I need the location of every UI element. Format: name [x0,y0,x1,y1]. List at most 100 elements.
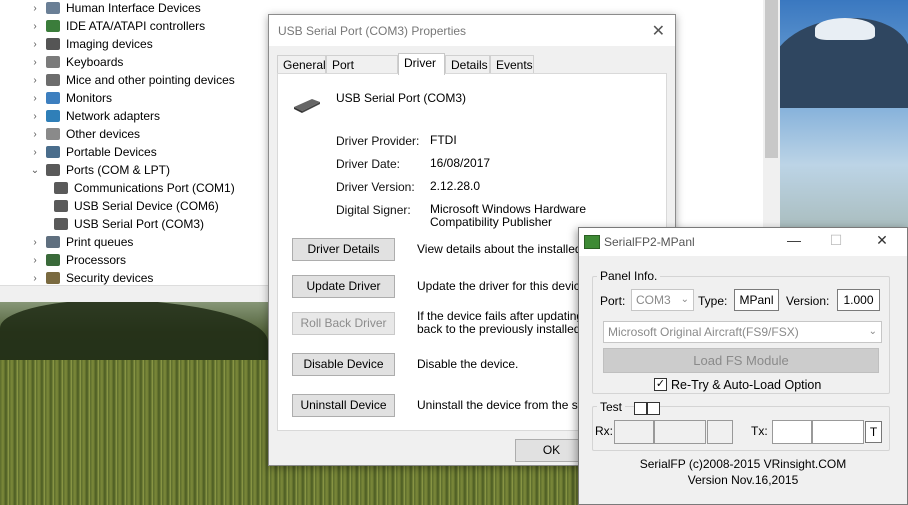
tx-label: Tx: [751,424,768,438]
minimize-icon[interactable]: — [784,232,804,248]
maximize-icon: ☐ [829,232,843,248]
info-label: Digital Signer: [336,203,411,217]
close-icon[interactable]: ✕ [872,232,892,249]
tree-item[interactable]: › Security devices [28,269,153,285]
chevron-right-icon[interactable]: › [28,71,42,89]
tab-events[interactable]: Events [490,55,534,74]
chevron-right-icon[interactable]: › [28,53,42,71]
tree-item[interactable]: › Print queues [28,233,133,251]
test-indicator-2 [647,402,660,415]
chevron-right-icon[interactable]: › [28,251,42,269]
version-field[interactable]: 1.000 [837,289,880,311]
chevron-right-icon[interactable]: › [28,143,42,161]
port-label: Port: [600,294,626,308]
update-driver-button[interactable]: Update Driver [292,275,395,298]
retry-label: Re-Try & Auto-Load Option [671,378,822,392]
tree-item-label: Print queues [66,235,134,249]
tree-item-label: Monitors [66,91,113,105]
tree-item-label: Imaging devices [66,37,153,51]
info-value: Microsoft Windows Hardware Compatibility… [430,202,587,229]
port-icon [54,218,68,230]
tree-item-label: Other devices [66,127,141,141]
port-value: COM3 [636,293,671,307]
tab-general[interactable]: General [277,55,326,74]
roll-back-driver-button[interactable]: Roll Back Driver [292,312,395,335]
tree-item-label: USB Serial Device (COM6) [74,199,219,213]
tree-item[interactable]: › Processors [28,251,126,269]
tree-item-label: Human Interface Devices [66,1,201,15]
serialfp-titlebar: SerialFP2-MPanl — ☐ ✕ [579,228,907,256]
transmit-button[interactable]: T [865,421,882,443]
tree-item-label: Ports (COM & LPT) [66,163,171,177]
tree-item[interactable]: › Portable Devices [28,143,156,161]
tab-port-settings[interactable]: Port Settings [326,55,398,90]
info-label: Driver Provider: [336,134,420,148]
serialfp-title: SerialFP2-MPanl [604,235,695,249]
chevron-right-icon[interactable]: › [28,107,42,125]
tree-item[interactable]: › Other devices [28,125,140,143]
simulator-select[interactable]: Microsoft Original Aircraft(FS9/FSX) ⌄ [603,321,882,343]
version-label: Version: [786,294,830,308]
portable-device-icon [46,146,60,158]
button-description: View details about the installed driv [417,243,597,256]
chevron-down-icon: ⌄ [680,294,689,305]
button-description: Update the driver for this device. [417,280,590,293]
tree-item-label: Keyboards [66,55,124,69]
tree-item[interactable]: Communications Port (COM1) [50,179,235,197]
chevron-down-icon: ⌄ [868,326,877,337]
chevron-right-icon[interactable]: › [28,89,42,107]
retry-checkbox[interactable]: ✓ [654,378,667,391]
scrollbar-thumb[interactable] [765,0,778,158]
chevron-right-icon[interactable]: › [28,125,42,143]
tree-item[interactable]: › Network adapters [28,107,160,125]
tree-item-label: Processors [66,253,127,267]
driver-details-button[interactable]: Driver Details [292,238,395,261]
type-field[interactable]: MPanl [734,289,779,311]
info-label: Driver Version: [336,180,415,194]
serialfp-window: SerialFP2-MPanl — ☐ ✕ Panel Info. Port: … [578,227,908,505]
tab-details[interactable]: Details [445,55,490,74]
tree-item[interactable]: USB Serial Device (COM6) [50,197,219,215]
tree-item[interactable]: › Human Interface Devices [28,0,201,17]
chevron-right-icon[interactable]: › [28,233,42,251]
tree-item[interactable]: USB Serial Port (COM3) [50,215,204,233]
device-name: USB Serial Port (COM3) [336,91,467,105]
tree-item[interactable]: › Monitors [28,89,112,107]
hid-icon [46,2,60,14]
button-description: If the device fails after updating the b… [417,310,597,336]
mouse-icon [46,74,60,86]
printer-icon [46,236,60,248]
test-indicator-1 [634,402,647,415]
tree-item[interactable]: › Keyboards [28,53,123,71]
tab-driver[interactable]: Driver [398,53,445,75]
rx-box-2 [654,420,706,444]
tree-item[interactable]: › Mice and other pointing devices [28,71,235,89]
processor-icon [46,254,60,266]
info-value: 2.12.28.0 [430,179,481,193]
button-description: Uninstall the device from the syster [417,399,597,412]
close-icon[interactable]: ✕ [652,21,665,41]
tree-item[interactable]: › Imaging devices [28,35,153,53]
chevron-right-icon[interactable]: › [28,0,42,17]
disable-device-button[interactable]: Disable Device [292,353,395,376]
keyboard-icon [46,56,60,68]
tx-box-2[interactable] [812,420,864,444]
tree-item[interactable]: ⌄ Ports (COM & LPT) [28,161,170,179]
tree-item-label: USB Serial Port (COM3) [74,217,205,231]
tree-item-label: Mice and other pointing devices [66,73,235,87]
tx-box-1[interactable] [772,420,812,444]
tree-item-label: Communications Port (COM1) [74,181,235,195]
uninstall-device-button[interactable]: Uninstall Device [292,394,395,417]
info-value: FTDI [430,133,457,147]
info-label: Driver Date: [336,157,401,171]
chevron-down-icon[interactable]: ⌄ [28,161,42,179]
chevron-right-icon[interactable]: › [28,269,42,285]
tree-item-label: Security devices [66,271,154,285]
chevron-right-icon[interactable]: › [28,35,42,53]
unknown-device-icon [46,128,60,140]
chevron-right-icon[interactable]: › [28,17,42,35]
ide-controller-icon [46,20,60,32]
port-select[interactable]: COM3 ⌄ [631,289,694,311]
tree-item[interactable]: › IDE ATA/ATAPI controllers [28,17,205,35]
load-fs-module-button[interactable]: Load FS Module [603,348,879,373]
